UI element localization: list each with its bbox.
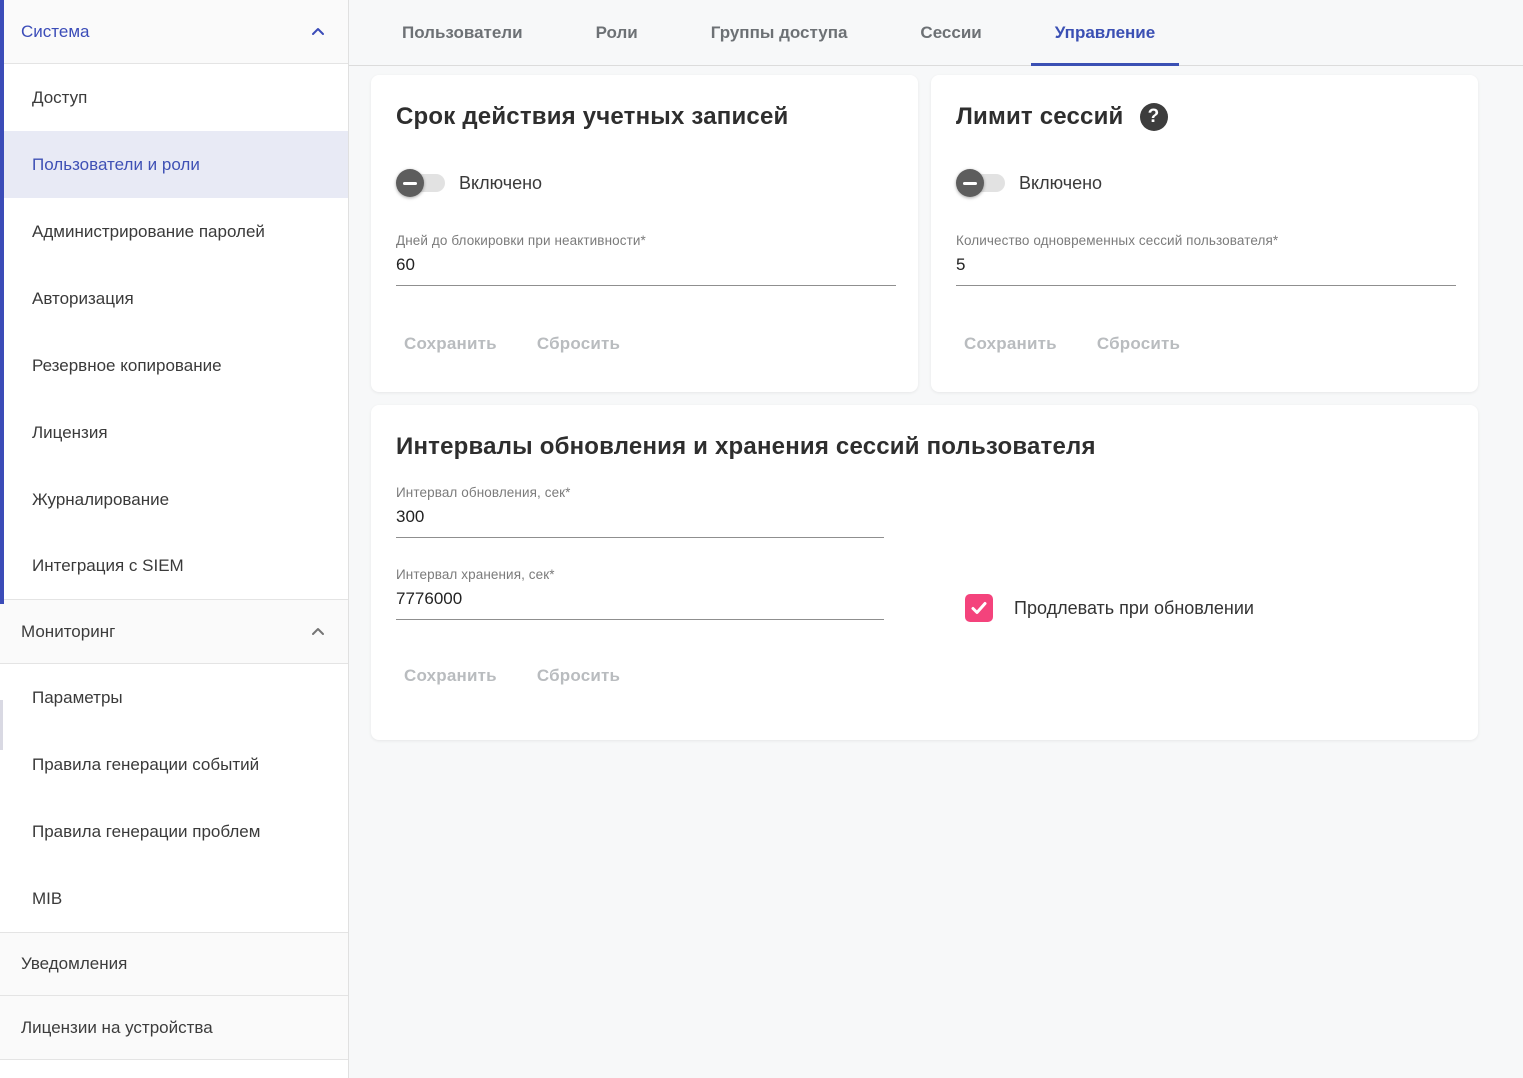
save-button[interactable]: Сохранить bbox=[956, 330, 1065, 358]
tab-roles[interactable]: Роли bbox=[572, 0, 662, 65]
toggle-label: Включено bbox=[1019, 173, 1102, 194]
sidebar-section-label: Уведомления bbox=[21, 954, 127, 974]
tab-management[interactable]: Управление bbox=[1031, 0, 1179, 65]
sidebar-item-license[interactable]: Лицензия bbox=[0, 399, 348, 466]
tab-label: Пользователи bbox=[402, 23, 523, 43]
reset-button[interactable]: Сбросить bbox=[529, 330, 628, 358]
tab-label: Группы доступа bbox=[711, 23, 848, 43]
sidebar-item-label: Доступ bbox=[32, 88, 87, 108]
sidebar-item-label: Параметры bbox=[32, 688, 123, 708]
sidebar-item-problem-generation-rules[interactable]: Правила генерации проблем bbox=[0, 798, 348, 865]
extend-on-refresh-checkbox-row[interactable]: Продлевать при обновлении bbox=[965, 594, 1254, 622]
sidebar-item-label: Резервное копирование bbox=[32, 356, 222, 376]
card-title: Лимит сессий ? bbox=[956, 103, 1456, 131]
app-root: Система Доступ Пользователи и роли Админ… bbox=[0, 0, 1523, 1078]
tab-sessions[interactable]: Сессии bbox=[896, 0, 1005, 65]
sidebar-item-event-generation-rules[interactable]: Правила генерации событий bbox=[0, 731, 348, 798]
sidebar-item-parameters[interactable]: Параметры bbox=[0, 664, 348, 731]
sidebar-section-label: Лицензии на устройства bbox=[21, 1018, 213, 1038]
card-account-expiry: Срок действия учетных записей Включено Д… bbox=[371, 75, 918, 392]
toggle-thumb-minus-icon bbox=[396, 169, 424, 197]
card-title: Срок действия учетных записей bbox=[396, 103, 896, 131]
sidebar-item-label: Авторизация bbox=[32, 289, 134, 309]
sidebar-item-label: Лицензия bbox=[32, 423, 108, 443]
sidebar: Система Доступ Пользователи и роли Админ… bbox=[0, 0, 349, 1078]
sidebar-item-siem-integration[interactable]: Интеграция с SIEM bbox=[0, 533, 348, 600]
storage-interval-input[interactable] bbox=[396, 582, 884, 620]
tab-label: Роли bbox=[596, 23, 638, 43]
card-session-limit: Лимит сессий ? Включено Количество однов… bbox=[931, 75, 1478, 392]
card-session-intervals: Интервалы обновления и хранения сессий п… bbox=[371, 405, 1478, 740]
sidebar-section-label: Система bbox=[21, 22, 89, 42]
sidebar-item-label: MIB bbox=[32, 889, 62, 909]
sidebar-item-label: Журналирование bbox=[32, 490, 169, 510]
checkbox-checked[interactable] bbox=[965, 594, 993, 622]
tab-strip: Пользователи Роли Группы доступа Сессии … bbox=[349, 0, 1523, 66]
sidebar-item-access[interactable]: Доступ bbox=[0, 64, 348, 131]
sidebar-item-users-and-roles[interactable]: Пользователи и роли bbox=[0, 131, 348, 198]
sidebar-item-label: Пользователи и роли bbox=[32, 155, 200, 175]
concurrent-sessions-input[interactable] bbox=[956, 248, 1456, 286]
sidebar-item-logging[interactable]: Журналирование bbox=[0, 466, 348, 533]
toggle-label: Включено bbox=[459, 173, 542, 194]
sidebar-item-label: Интеграция с SIEM bbox=[32, 556, 184, 576]
card-title: Интервалы обновления и хранения сессий п… bbox=[396, 433, 1456, 461]
sidebar-item-authorization[interactable]: Авторизация bbox=[0, 265, 348, 332]
sidebar-section-monitoring[interactable]: Мониторинг bbox=[0, 600, 348, 664]
field-label: Количество одновременных сессий пользова… bbox=[956, 233, 1456, 248]
sidebar-section-device-licenses[interactable]: Лицензии на устройства bbox=[0, 996, 348, 1060]
field-label: Интервал хранения, сек* bbox=[396, 567, 884, 582]
help-icon[interactable]: ? bbox=[1140, 103, 1168, 131]
toggle-thumb-minus-icon bbox=[956, 169, 984, 197]
sidebar-item-password-administration[interactable]: Администрирование паролей bbox=[0, 198, 348, 265]
field-label: Дней до блокировки при неактивности* bbox=[396, 233, 896, 248]
tab-users[interactable]: Пользователи bbox=[378, 0, 547, 65]
sidebar-item-backup[interactable]: Резервное копирование bbox=[0, 332, 348, 399]
sidebar-section-system[interactable]: Система bbox=[0, 0, 348, 64]
enabled-toggle[interactable] bbox=[956, 169, 1006, 197]
enabled-toggle[interactable] bbox=[396, 169, 446, 197]
active-section-accent-bar bbox=[0, 0, 4, 604]
reset-button[interactable]: Сбросить bbox=[529, 662, 628, 690]
chevron-up-icon bbox=[310, 624, 326, 640]
tab-access-groups[interactable]: Группы доступа bbox=[687, 0, 872, 65]
check-icon bbox=[970, 599, 988, 617]
days-to-block-input[interactable] bbox=[396, 248, 896, 286]
sidebar-section-label: Мониторинг bbox=[21, 622, 115, 642]
card-title-text: Лимит сессий bbox=[956, 103, 1124, 131]
save-button[interactable]: Сохранить bbox=[396, 330, 505, 358]
refresh-interval-input[interactable] bbox=[396, 500, 884, 538]
save-button[interactable]: Сохранить bbox=[396, 662, 505, 690]
reset-button[interactable]: Сбросить bbox=[1089, 330, 1188, 358]
tab-label: Управление bbox=[1055, 23, 1155, 43]
sidebar-scrollbar-thumb[interactable] bbox=[0, 700, 3, 750]
main-area: Пользователи Роли Группы доступа Сессии … bbox=[349, 0, 1523, 1078]
tab-content: Срок действия учетных записей Включено Д… bbox=[349, 66, 1523, 740]
tab-label: Сессии bbox=[920, 23, 981, 43]
sidebar-item-label: Правила генерации проблем bbox=[32, 822, 260, 842]
field-label: Интервал обновления, сек* bbox=[396, 485, 884, 500]
sidebar-item-label: Администрирование паролей bbox=[32, 222, 265, 242]
sidebar-section-notifications[interactable]: Уведомления bbox=[0, 932, 348, 996]
checkbox-label: Продлевать при обновлении bbox=[1014, 598, 1254, 619]
chevron-up-icon bbox=[310, 24, 326, 40]
sidebar-item-mib[interactable]: MIB bbox=[0, 865, 348, 932]
sidebar-item-label: Правила генерации событий bbox=[32, 755, 259, 775]
